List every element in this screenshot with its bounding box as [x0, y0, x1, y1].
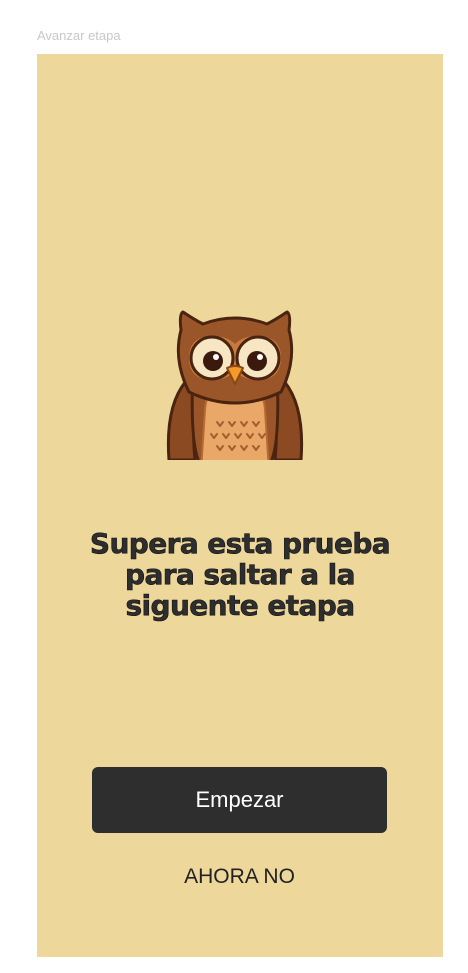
owl-mascot-icon [165, 310, 305, 460]
screen-caption: Avanzar etapa [37, 28, 121, 43]
start-button[interactable]: Empezar [92, 767, 387, 833]
start-button-label: Empezar [195, 787, 284, 812]
not-now-button[interactable]: AHORA NO [92, 862, 387, 892]
headline: Supera esta prueba para saltar a la sigu… [89, 527, 391, 622]
not-now-button-label: AHORA NO [184, 865, 295, 888]
skip-stage-screen: Supera esta prueba para saltar a la sigu… [37, 54, 443, 957]
